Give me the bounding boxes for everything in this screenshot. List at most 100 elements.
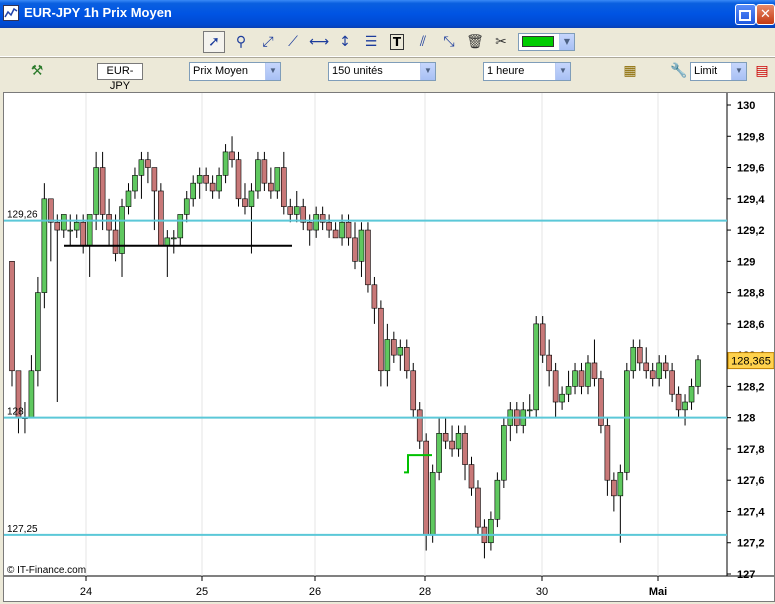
candle-body[interactable] [345,221,352,239]
line-tool-button[interactable]: ⤢ [257,31,279,53]
candle-body[interactable] [611,479,617,497]
candle-body[interactable] [41,198,48,293]
candle-body[interactable] [559,393,565,403]
candle-body[interactable] [416,409,423,442]
price-chart[interactable]: 130 129,8 129,6 129,4 129,2 129 128,8 128,6 128,… [3,92,775,602]
candle-body[interactable] [455,432,462,450]
trendline-tool-button[interactable]: ⟋ [282,31,304,53]
window-title-bar[interactable]: EUR-JPY 1h Prix Moyen ✕ [0,0,775,28]
candle-body[interactable] [501,425,507,481]
candle-body[interactable] [67,229,74,232]
candle-body[interactable] [235,159,242,200]
candle-body[interactable] [649,370,656,379]
candle-body[interactable] [624,370,630,473]
candle-body[interactable] [585,362,591,387]
candle-body[interactable] [572,370,578,387]
candle-body[interactable] [48,198,54,223]
candle-body[interactable] [630,347,637,372]
candle-body[interactable] [222,151,229,176]
candle-body[interactable] [468,464,475,489]
candle-body[interactable] [170,237,177,240]
candle-body[interactable] [494,479,501,520]
candle-body[interactable] [229,151,235,161]
candle-body[interactable] [675,393,682,411]
candle-body[interactable] [60,214,67,231]
close-window-button[interactable]: ✕ [756,4,775,25]
candle-body[interactable] [475,487,481,528]
text-tool-button[interactable]: T [386,31,408,53]
candle-body[interactable] [695,359,701,387]
candle-body[interactable] [313,214,319,231]
candle-body[interactable] [112,229,119,254]
timeframe-select[interactable]: 1 heure ▼ [483,62,571,81]
order-tool-button[interactable]: 🔧 [668,60,690,82]
candle-body[interactable] [190,182,197,200]
candle-body[interactable] [106,214,112,231]
candle-body[interactable] [242,198,248,207]
candle-body[interactable] [99,167,106,215]
candle-body[interactable] [442,432,449,442]
zoom-tool-button[interactable]: ⚲ [230,31,252,53]
candle-body[interactable] [591,362,598,379]
candle-body[interactable] [552,370,559,403]
candle-body[interactable] [662,362,669,372]
symbol-button[interactable]: EUR-JPY [97,63,143,92]
candle-body[interactable] [93,167,99,215]
order-type-select[interactable]: Limit ▼ [690,62,747,81]
candle-body[interactable] [397,347,404,356]
candle-body[interactable] [410,370,417,411]
candle-body[interactable] [391,339,397,356]
candle-body[interactable] [203,175,209,184]
candle-body[interactable] [352,237,358,262]
candle-body[interactable] [449,440,455,450]
candle-body[interactable] [261,159,268,184]
candle-body[interactable] [636,347,643,364]
pointer-tool-button[interactable]: ➚ [203,31,225,53]
candle-body[interactable] [365,229,371,286]
candle-body[interactable] [358,229,365,262]
candle-body[interactable] [209,182,216,192]
candle-body[interactable] [138,159,145,176]
candle-body[interactable] [656,362,662,379]
candle-body[interactable] [682,401,688,411]
extend-line-tool-button[interactable]: ⤡ [438,31,460,53]
candle-body[interactable] [177,214,184,239]
candle-body[interactable] [578,370,585,387]
candle-body[interactable] [268,182,274,192]
properties-tool-button[interactable]: ✂ [490,31,512,53]
candle-body[interactable] [533,323,540,411]
vertical-line-tool-button[interactable]: ↕ [334,31,356,53]
indicator-button[interactable]: ▦ [619,60,641,82]
candle-body[interactable] [371,284,378,309]
candle-body[interactable] [248,190,255,207]
candle-body[interactable] [384,339,391,372]
candle-body[interactable] [526,409,533,412]
line-color-select[interactable]: ▼ [518,33,575,51]
candle-body[interactable] [80,221,86,247]
candle-body[interactable] [54,221,61,231]
candle-body[interactable] [617,472,624,497]
chart-settings-button[interactable]: ⚒ [26,60,48,82]
candle-body[interactable] [436,432,442,473]
candle-body[interactable] [643,362,650,372]
candle-body[interactable] [151,167,158,192]
candle-body[interactable] [293,206,300,215]
candle-body[interactable] [158,190,164,246]
candle-body[interactable] [9,261,15,372]
candle-body[interactable] [28,370,35,418]
candle-body[interactable] [326,221,332,231]
units-select[interactable]: 150 unités ▼ [328,62,436,81]
candle-body[interactable] [125,190,132,207]
candle-body[interactable] [86,214,93,247]
horizontal-line-tool-button[interactable]: ⟷ [308,31,330,53]
candle-body[interactable] [306,221,313,231]
candle-body[interactable] [132,175,138,192]
candle-body[interactable] [281,167,287,207]
fibonacci-tool-button[interactable]: ☰ [360,31,382,53]
candle-body[interactable] [669,370,675,395]
candle-body[interactable] [73,221,80,231]
restore-window-button[interactable] [735,4,756,25]
candle-body[interactable] [255,159,261,192]
candle-body[interactable] [183,198,190,215]
candle-body[interactable] [565,386,572,395]
